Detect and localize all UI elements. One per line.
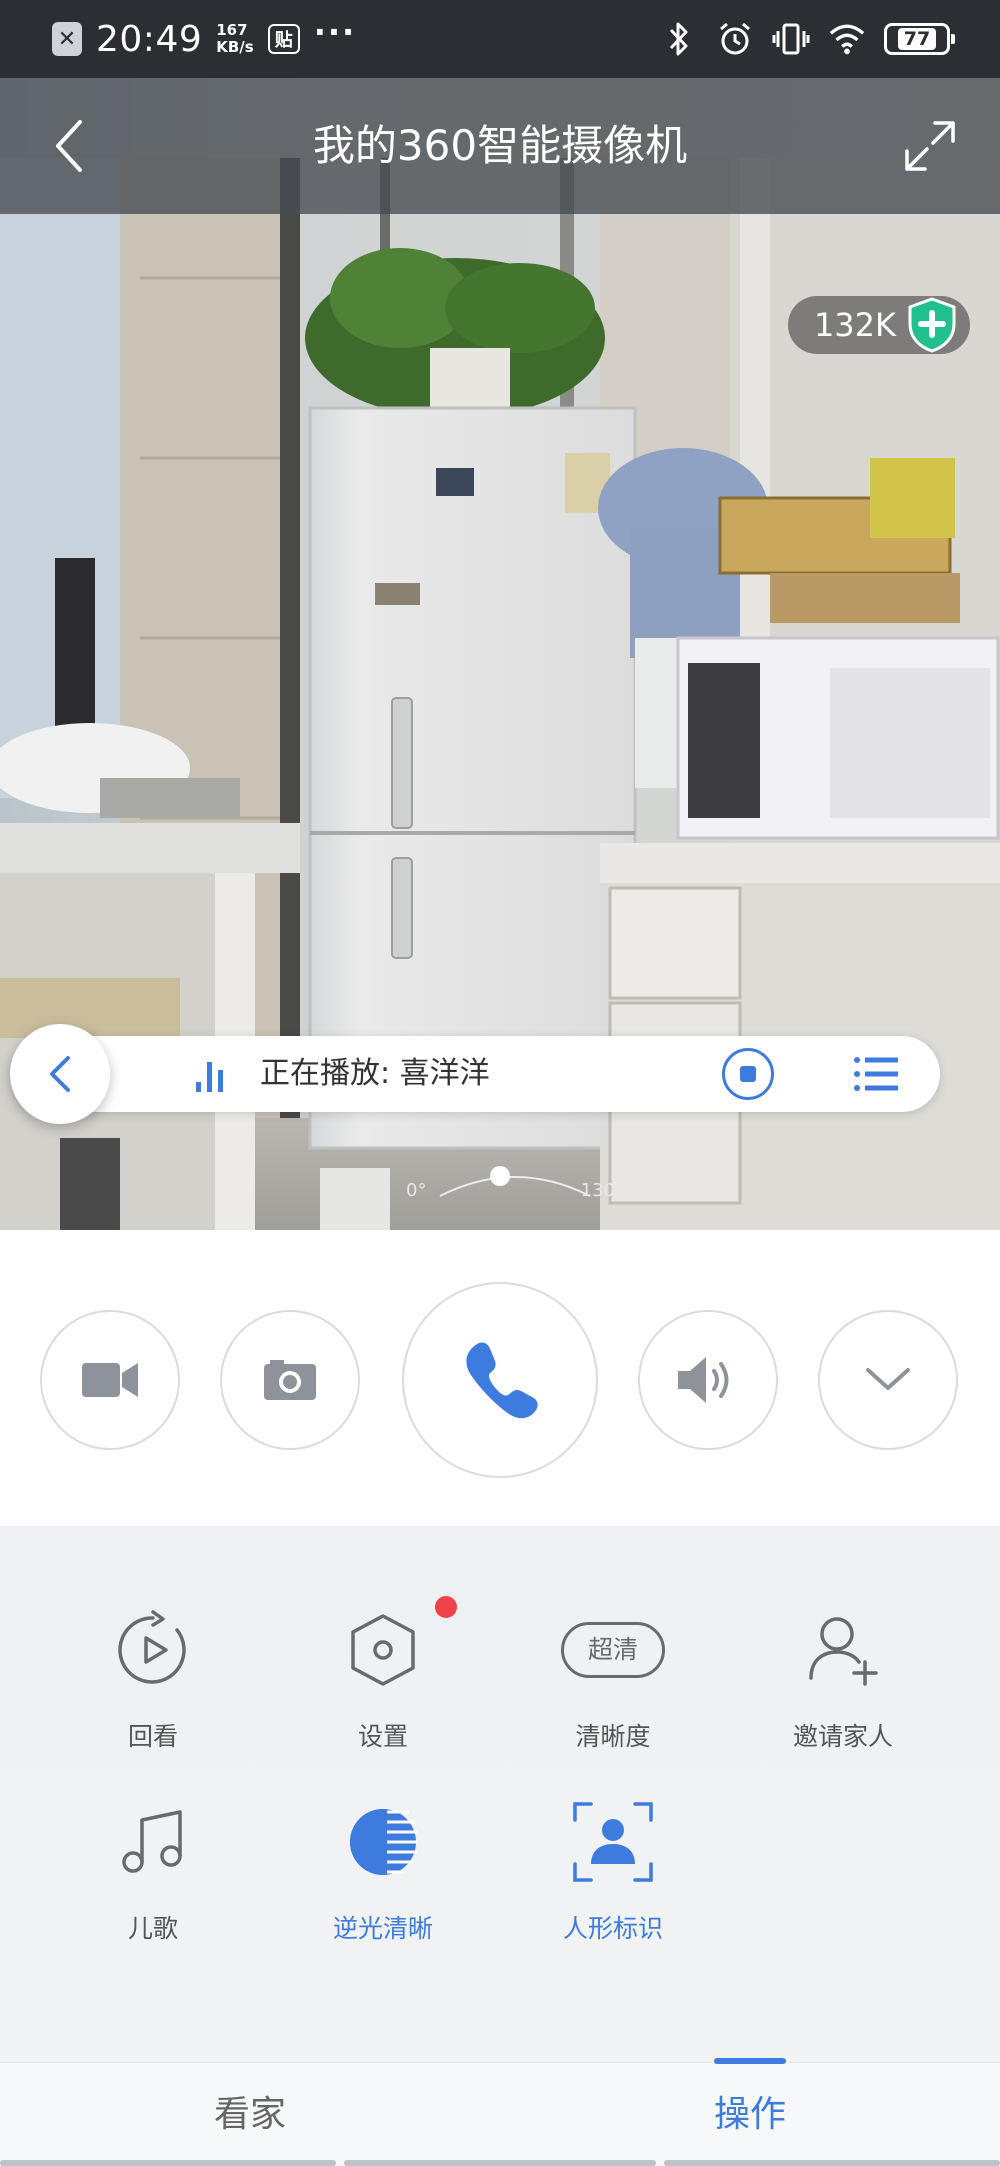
feature-label: 回看: [127, 1722, 178, 1751]
feature-label: 清晰度: [575, 1722, 651, 1751]
battery-icon: 77: [884, 23, 955, 55]
feature-label: 人形标识: [562, 1914, 663, 1943]
gesture-bar-segment: [0, 2160, 336, 2166]
status-bar-right: 77: [660, 14, 955, 64]
gesture-bar-segment: [664, 2160, 1000, 2166]
list-icon[interactable]: [852, 1054, 900, 1094]
notification-dot: [435, 1596, 457, 1618]
feature-quality[interactable]: 超清 清晰度: [513, 1602, 713, 1754]
back-button[interactable]: [40, 116, 100, 176]
top-navbar: 我的360智能摄像机: [0, 78, 1000, 214]
record-button[interactable]: [40, 1310, 180, 1450]
gesture-bar-segment: [344, 2160, 656, 2166]
player-collapse-button[interactable]: [10, 1024, 110, 1124]
angle-min-label: 0°: [406, 1180, 427, 1201]
chevron-down-icon: [866, 1368, 910, 1390]
app-badge-icon: 贴: [267, 24, 300, 54]
bitrate-badge[interactable]: 132K: [787, 296, 970, 354]
add-user-icon: [795, 1602, 891, 1698]
camera-icon: [264, 1360, 316, 1400]
more-notifications: ···: [313, 13, 357, 51]
now-playing-bar: 正在播放: 喜洋洋: [10, 1024, 940, 1124]
bottom-tab-bar: 看家 操作: [0, 2062, 1000, 2166]
battery-level: 77: [897, 28, 937, 50]
angle-max-label: 130°: [580, 1180, 624, 1201]
close-box-icon: ✕: [52, 22, 82, 56]
audio-bars-icon: [196, 1062, 223, 1092]
feature-grid: 回看 设置 超清 清晰度 邀请家人 儿歌 逆光清晰 人形标识: [0, 1526, 1000, 2062]
snapshot-button[interactable]: [220, 1310, 360, 1450]
feature-person[interactable]: 人形标识: [513, 1794, 713, 1946]
video-camera-icon: [82, 1363, 138, 1397]
stop-button[interactable]: [722, 1048, 774, 1100]
network-speed: 167 KB/s: [216, 22, 253, 56]
control-panel: [0, 1230, 1000, 1526]
feature-settings[interactable]: 设置: [283, 1596, 483, 1754]
bitrate-value: 132K: [813, 306, 896, 344]
feature-label: 逆光清晰: [332, 1914, 433, 1943]
chevron-left-icon: [50, 1056, 70, 1092]
hd-badge-icon: 超清: [558, 1602, 668, 1698]
sound-button[interactable]: [638, 1310, 778, 1450]
phone-icon: [466, 1342, 538, 1419]
now-playing-text: 正在播放: 喜洋洋: [260, 1056, 490, 1091]
feature-label: 儿歌: [127, 1914, 178, 1943]
speed-value: 167: [216, 21, 248, 39]
expand-controls-button[interactable]: [818, 1310, 958, 1450]
music-note-icon: [105, 1794, 201, 1890]
pan-angle-indicator[interactable]: 0° 130°: [400, 1158, 630, 1218]
feature-playback[interactable]: 回看: [53, 1602, 253, 1754]
alarm-icon: [716, 20, 754, 58]
feature-invite[interactable]: 邀请家人: [743, 1602, 943, 1754]
hexagon-settings-icon: [335, 1596, 457, 1698]
fullscreen-button[interactable]: [900, 116, 960, 176]
expand-icon: [905, 121, 955, 171]
clock: 20:49: [96, 18, 203, 60]
backlight-icon: [335, 1794, 431, 1890]
active-tab-indicator: [714, 2058, 786, 2064]
status-bar: ✕ 20:49 167 KB/s 贴 ··· 77: [0, 0, 1000, 78]
status-bar-left: ✕ 20:49 167 KB/s 贴 ···: [52, 13, 357, 64]
tab-home[interactable]: 看家: [100, 2063, 400, 2166]
shield-plus-icon: [908, 297, 956, 353]
feature-label: 邀请家人: [792, 1722, 893, 1751]
vibrate-icon: [772, 20, 810, 58]
call-button[interactable]: [402, 1282, 598, 1478]
wifi-icon: [828, 20, 866, 58]
quality-badge: 超清: [561, 1622, 665, 1678]
person-frame-icon: [565, 1794, 661, 1890]
feature-songs[interactable]: 儿歌: [53, 1794, 253, 1946]
replay-icon: [105, 1602, 201, 1698]
feature-backlight[interactable]: 逆光清晰: [283, 1794, 483, 1946]
feature-label: 设置: [357, 1722, 408, 1751]
speed-unit: KB/s: [216, 38, 254, 56]
bluetooth-icon: [660, 20, 698, 58]
speaker-icon: [678, 1357, 729, 1403]
page-title: 我的360智能摄像机: [312, 121, 688, 170]
camera-feed[interactable]: 我的360智能摄像机 132K 正在播放: 喜洋洋 0° 130°: [0, 78, 1000, 1230]
chevron-left-icon: [56, 120, 82, 172]
tab-operate[interactable]: 操作: [600, 2063, 900, 2166]
